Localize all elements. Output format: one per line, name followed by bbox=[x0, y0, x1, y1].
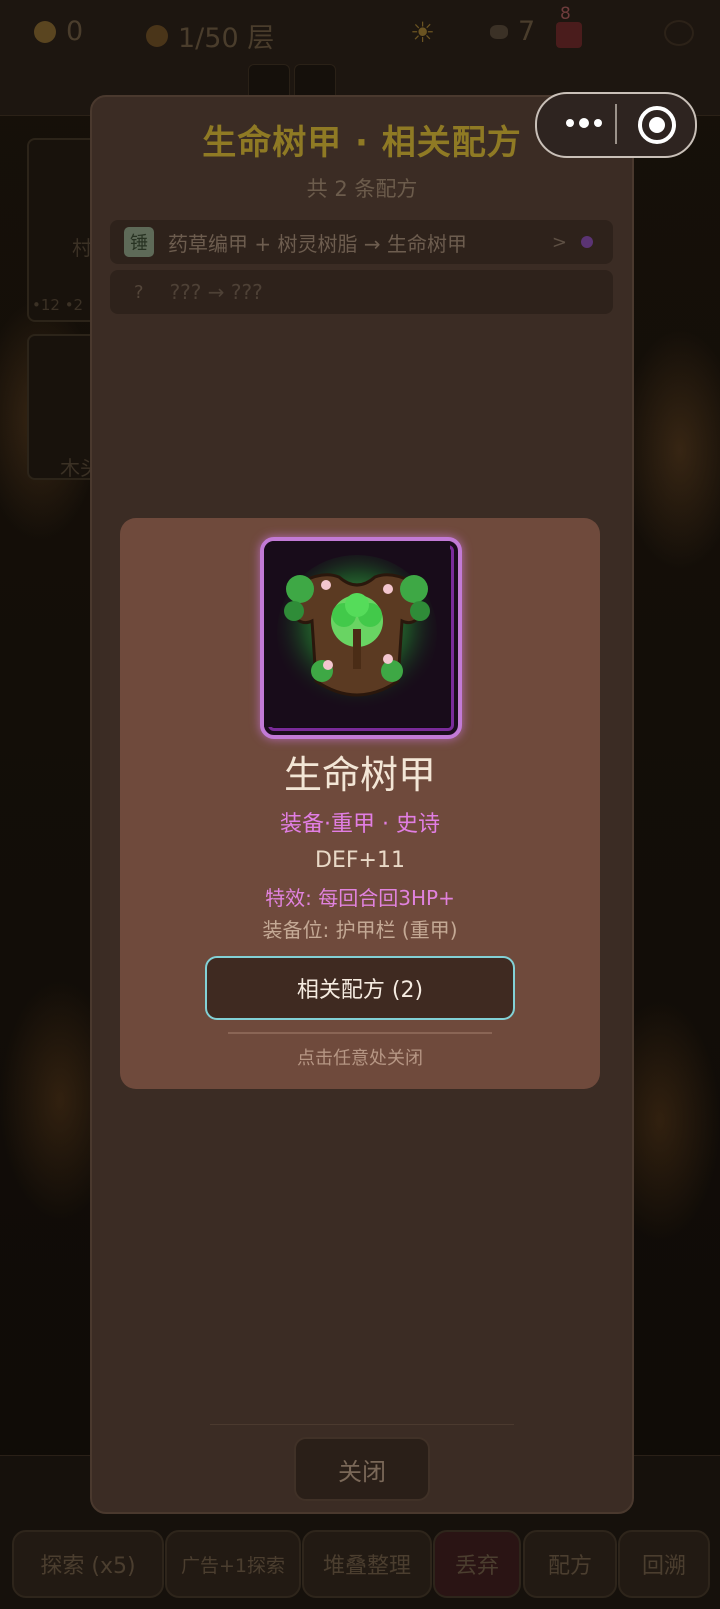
modal-divider bbox=[228, 1032, 492, 1034]
gem-value: 7 bbox=[518, 16, 536, 47]
hammer-tag: 锤 bbox=[124, 227, 154, 257]
explore-button[interactable]: 探索 (x5) bbox=[12, 1530, 164, 1598]
item-image-frame bbox=[260, 537, 462, 739]
capsule-separator bbox=[615, 104, 617, 144]
panel-divider bbox=[210, 1424, 514, 1425]
side-card-village-label: 村 bbox=[72, 236, 92, 260]
item-slot: 装备位: 护甲栏 (重甲) bbox=[262, 918, 458, 942]
gift-badge: 8 bbox=[560, 4, 571, 24]
floor-value: 1/50 层 bbox=[178, 23, 275, 54]
side-card-village-stats: •12 •2 bbox=[32, 296, 84, 314]
recipe-text: 药草编甲 + 树灵树脂 → 生命树甲 bbox=[168, 231, 467, 256]
close-miniprogram-icon[interactable] bbox=[638, 106, 676, 144]
more-icon[interactable] bbox=[559, 108, 609, 138]
item-type-rarity: 装备·重甲 · 史诗 bbox=[280, 812, 440, 837]
unknown-tag: ? bbox=[134, 281, 144, 303]
recipe-count: 共 2 条配方 bbox=[306, 177, 418, 201]
floor-counter: 1/50 层 bbox=[146, 16, 274, 55]
gem-counter: 7 bbox=[490, 16, 535, 47]
coin-counter: 0 bbox=[34, 16, 83, 47]
discard-button[interactable]: 丢弃 bbox=[433, 1530, 521, 1598]
panel-close-button[interactable]: 关闭 bbox=[294, 1437, 430, 1501]
recipe-text-unknown: ??? → ??? bbox=[169, 280, 263, 304]
item-detail-modal[interactable]: 生命树甲 装备·重甲 · 史诗 DEF+11 特效: 每回合回3HP+ 装备位:… bbox=[120, 518, 600, 1089]
stack-sort-button[interactable]: 堆叠整理 bbox=[302, 1530, 432, 1598]
item-name: 生命树甲 bbox=[283, 753, 436, 797]
tree-armor-icon bbox=[264, 541, 450, 727]
item-effect: 特效: 每回合回3HP+ bbox=[265, 886, 455, 910]
floor-icon bbox=[146, 24, 168, 47]
related-recipes-button[interactable]: 相关配方 (2) bbox=[205, 956, 515, 1020]
recipe-row-unknown[interactable]: ? ??? → ??? bbox=[110, 270, 613, 314]
rewind-button[interactable]: 回溯 bbox=[618, 1530, 710, 1598]
item-stat: DEF+11 bbox=[315, 848, 405, 873]
rarity-dot bbox=[581, 236, 593, 248]
gift-icon[interactable] bbox=[556, 22, 582, 48]
tap-to-close-hint: 点击任意处关闭 bbox=[297, 1048, 423, 1069]
gem-icon bbox=[490, 24, 508, 39]
ad-explore-button[interactable]: 广告+1探索 bbox=[165, 1530, 301, 1598]
settings-icon[interactable] bbox=[664, 20, 694, 46]
chevron-right-icon: > bbox=[551, 231, 567, 253]
recipes-button[interactable]: 配方 bbox=[523, 1530, 617, 1598]
recipe-row[interactable]: 锤 药草编甲 + 树灵树脂 → 生命树甲 > bbox=[110, 220, 613, 264]
coin-value: 0 bbox=[66, 16, 84, 47]
miniprogram-capsule bbox=[535, 92, 697, 158]
coin-icon bbox=[34, 20, 56, 43]
sun-icon[interactable]: ☀ bbox=[410, 16, 435, 49]
